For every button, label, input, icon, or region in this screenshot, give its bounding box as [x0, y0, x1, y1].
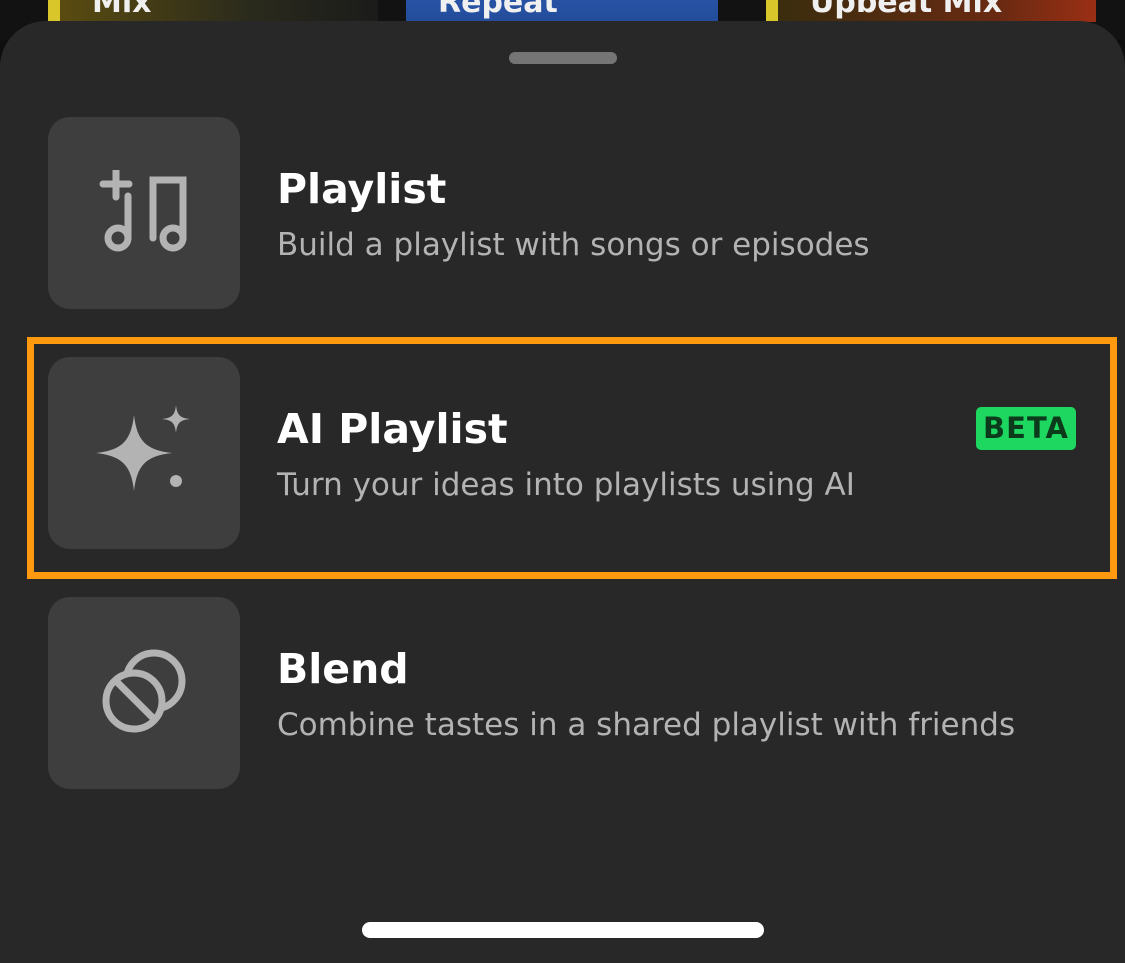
option-title: Playlist	[277, 165, 447, 213]
background-card-label: Mix	[92, 0, 152, 20]
option-title: Blend	[277, 645, 409, 693]
option-blend[interactable]: Blend Combine tastes in a shared playlis…	[48, 597, 1088, 789]
home-indicator[interactable]	[362, 922, 764, 938]
background-card-label: Upbeat Mix	[810, 0, 1003, 20]
option-icon-tile	[48, 597, 240, 789]
sheet-grabber-handle[interactable]	[509, 52, 617, 64]
playlist-add-icon	[99, 167, 189, 256]
option-playlist[interactable]: Playlist Build a playlist with songs or …	[48, 117, 1088, 309]
option-icon-tile	[48, 117, 240, 309]
background-card[interactable]: Upbeat Mix	[766, 0, 1096, 22]
option-ai-playlist[interactable]: AI Playlist Turn your ideas into playlis…	[48, 357, 1088, 549]
option-description: Turn your ideas into playlists using AI	[277, 467, 855, 503]
background-card[interactable]: Repeat	[406, 0, 718, 22]
option-icon-tile	[48, 357, 240, 549]
beta-badge: BETA	[976, 407, 1076, 450]
option-description: Combine tastes in a shared playlist with…	[277, 707, 1016, 743]
blend-icon	[96, 643, 192, 743]
background-card[interactable]: Mix	[48, 0, 378, 22]
background-card-label: Repeat	[438, 0, 558, 20]
option-title: AI Playlist	[277, 405, 508, 453]
sparkle-icon	[96, 405, 192, 501]
option-description: Build a playlist with songs or episodes	[277, 227, 870, 263]
create-bottom-sheet: Playlist Build a playlist with songs or …	[0, 21, 1125, 963]
